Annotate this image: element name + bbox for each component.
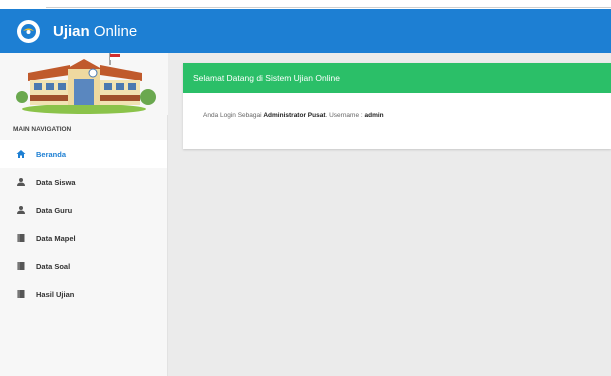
username-prefix: . Username : bbox=[325, 112, 365, 119]
app-title: Ujian Online bbox=[53, 22, 138, 40]
book-icon bbox=[16, 289, 26, 299]
tut-wuri-logo-icon bbox=[17, 19, 40, 43]
top-strip bbox=[0, 0, 611, 9]
app-header: Ujian Online bbox=[0, 9, 611, 53]
sidebar-item-label: Hasil Ujian bbox=[36, 289, 75, 299]
sidebar-item-beranda[interactable]: Beranda bbox=[0, 140, 167, 168]
login-username: admin bbox=[364, 112, 384, 119]
sidebar-item-data-mapel[interactable]: Data Mapel bbox=[0, 224, 167, 252]
sidebar-item-data-soal[interactable]: Data Soal bbox=[0, 252, 167, 280]
login-role: Administrator Pusat bbox=[263, 112, 326, 119]
welcome-title: Selamat Datang di Sistem Ujian Online bbox=[183, 63, 611, 93]
home-icon bbox=[16, 149, 26, 159]
login-prefix: Anda Login Sebagai bbox=[203, 112, 264, 119]
welcome-card: Selamat Datang di Sistem Ujian Online An… bbox=[183, 63, 611, 149]
sidebar-item-label: Beranda bbox=[36, 149, 67, 159]
sidebar-item-hasil-ujian[interactable]: Hasil Ujian bbox=[0, 280, 167, 308]
book-icon bbox=[16, 261, 26, 271]
sidebar-item-label: Data Guru bbox=[36, 205, 73, 215]
sidebar-item-data-siswa[interactable]: Data Siswa bbox=[0, 168, 167, 196]
sidebar-item-label: Data Siswa bbox=[36, 177, 76, 187]
brand[interactable]: Ujian Online bbox=[0, 9, 168, 53]
login-info: Anda Login Sebagai Administrator Pusat. … bbox=[183, 93, 611, 119]
school-building-image bbox=[0, 53, 168, 115]
book-icon bbox=[16, 233, 26, 243]
sidebar: MAIN NAVIGATION Beranda Data Siswa Data … bbox=[0, 53, 168, 376]
user-icon bbox=[16, 177, 26, 187]
nav-section-header: MAIN NAVIGATION bbox=[13, 126, 72, 133]
sidebar-item-label: Data Mapel bbox=[36, 233, 76, 243]
sidebar-item-label: Data Soal bbox=[36, 261, 71, 271]
user-icon bbox=[16, 205, 26, 215]
sidebar-item-data-guru[interactable]: Data Guru bbox=[0, 196, 167, 224]
